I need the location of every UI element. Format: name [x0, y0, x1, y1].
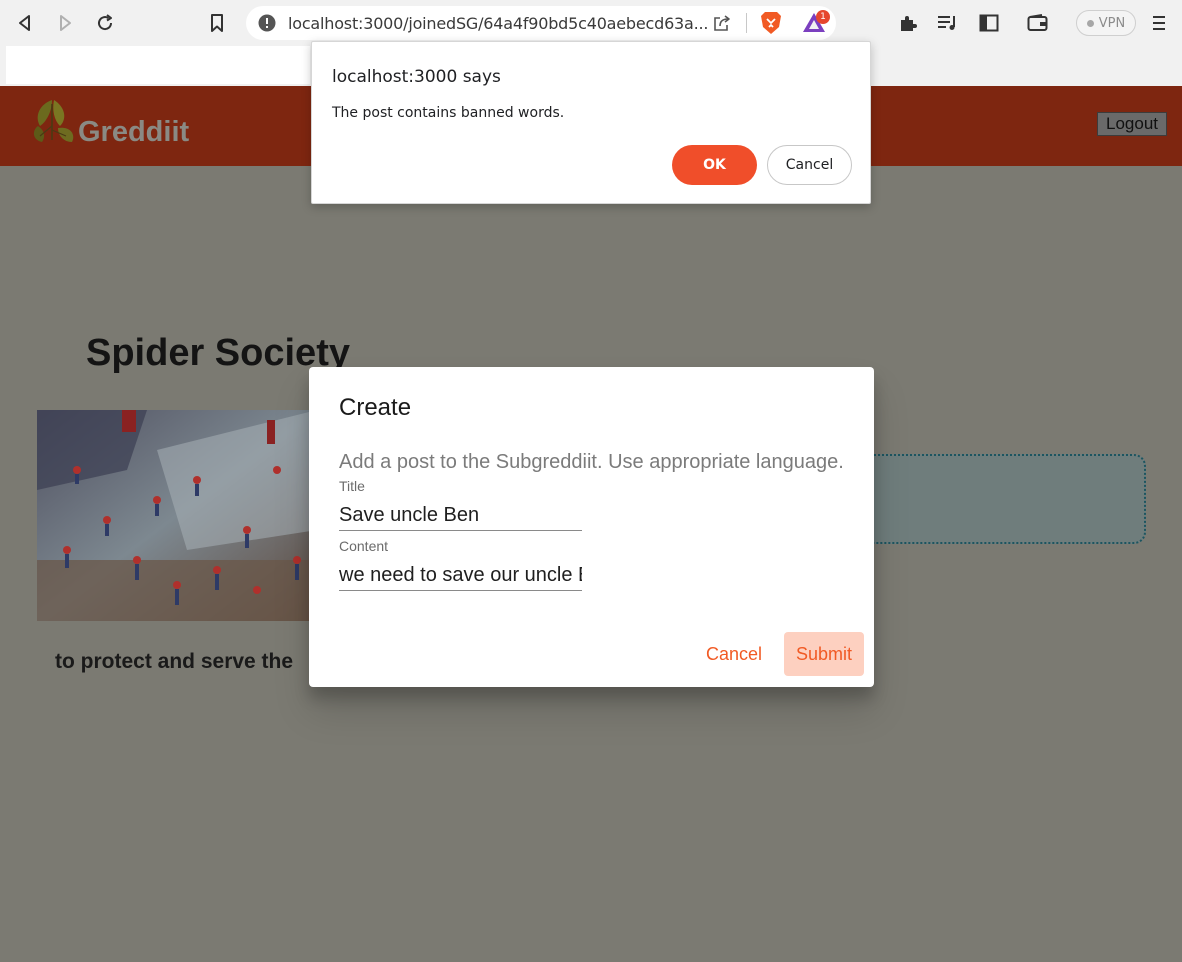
share-icon[interactable]: [712, 13, 732, 38]
site-info-icon[interactable]: [258, 14, 276, 37]
tab-content-strip: [6, 46, 310, 84]
url-text[interactable]: localhost:3000/joinedSG/64a4f90bd5c40aeb…: [288, 14, 708, 33]
posts-panel: [850, 454, 1146, 544]
back-icon[interactable]: [12, 10, 38, 36]
dialog-submit-button[interactable]: Submit: [784, 632, 864, 676]
bookmark-icon[interactable]: [204, 10, 230, 36]
vpn-button[interactable]: VPN: [1076, 10, 1136, 36]
content-field-label: Content: [339, 538, 389, 554]
extensions-icon[interactable]: [895, 10, 921, 36]
title-field[interactable]: [339, 501, 582, 531]
menu-icon[interactable]: [1146, 10, 1172, 36]
alert-cancel-button[interactable]: Cancel: [767, 145, 852, 185]
create-post-dialog: Create Add a post to the Subgreddiit. Us…: [309, 367, 874, 687]
title-field-label: Title: [339, 478, 365, 494]
wallet-icon[interactable]: [1025, 10, 1051, 36]
brave-rewards-icon[interactable]: 1: [802, 10, 830, 40]
playlist-icon[interactable]: [935, 10, 961, 36]
leaf-logo-icon[interactable]: [30, 96, 78, 151]
address-separator: [746, 13, 747, 33]
sidebar-icon[interactable]: [976, 10, 1002, 36]
alert-title: localhost:3000 says: [332, 67, 501, 87]
dialog-description: Add a post to the Subgreddiit. Use appro…: [339, 451, 844, 473]
subgreddiit-banner-image: [37, 410, 317, 621]
browser-alert-dialog: localhost:3000 says The post contains ba…: [311, 41, 871, 204]
subgreddiit-description: to protect and serve the: [55, 650, 294, 673]
dialog-cancel-button[interactable]: Cancel: [699, 632, 769, 676]
address-bar[interactable]: localhost:3000/joinedSG/64a4f90bd5c40aeb…: [246, 6, 836, 40]
brave-shields-icon[interactable]: [760, 11, 782, 40]
alert-message: The post contains banned words.: [332, 105, 565, 121]
brand-title[interactable]: Greddiit: [78, 116, 189, 149]
dialog-title: Create: [339, 394, 412, 421]
logout-button[interactable]: Logout: [1097, 112, 1167, 136]
content-field[interactable]: [339, 561, 582, 591]
reload-icon[interactable]: [92, 10, 118, 36]
alert-ok-button[interactable]: OK: [672, 145, 757, 185]
rewards-badge: 1: [816, 10, 830, 24]
vpn-status-dot: [1086, 19, 1094, 27]
vpn-label: VPN: [1098, 15, 1126, 31]
forward-icon[interactable]: [52, 10, 78, 36]
